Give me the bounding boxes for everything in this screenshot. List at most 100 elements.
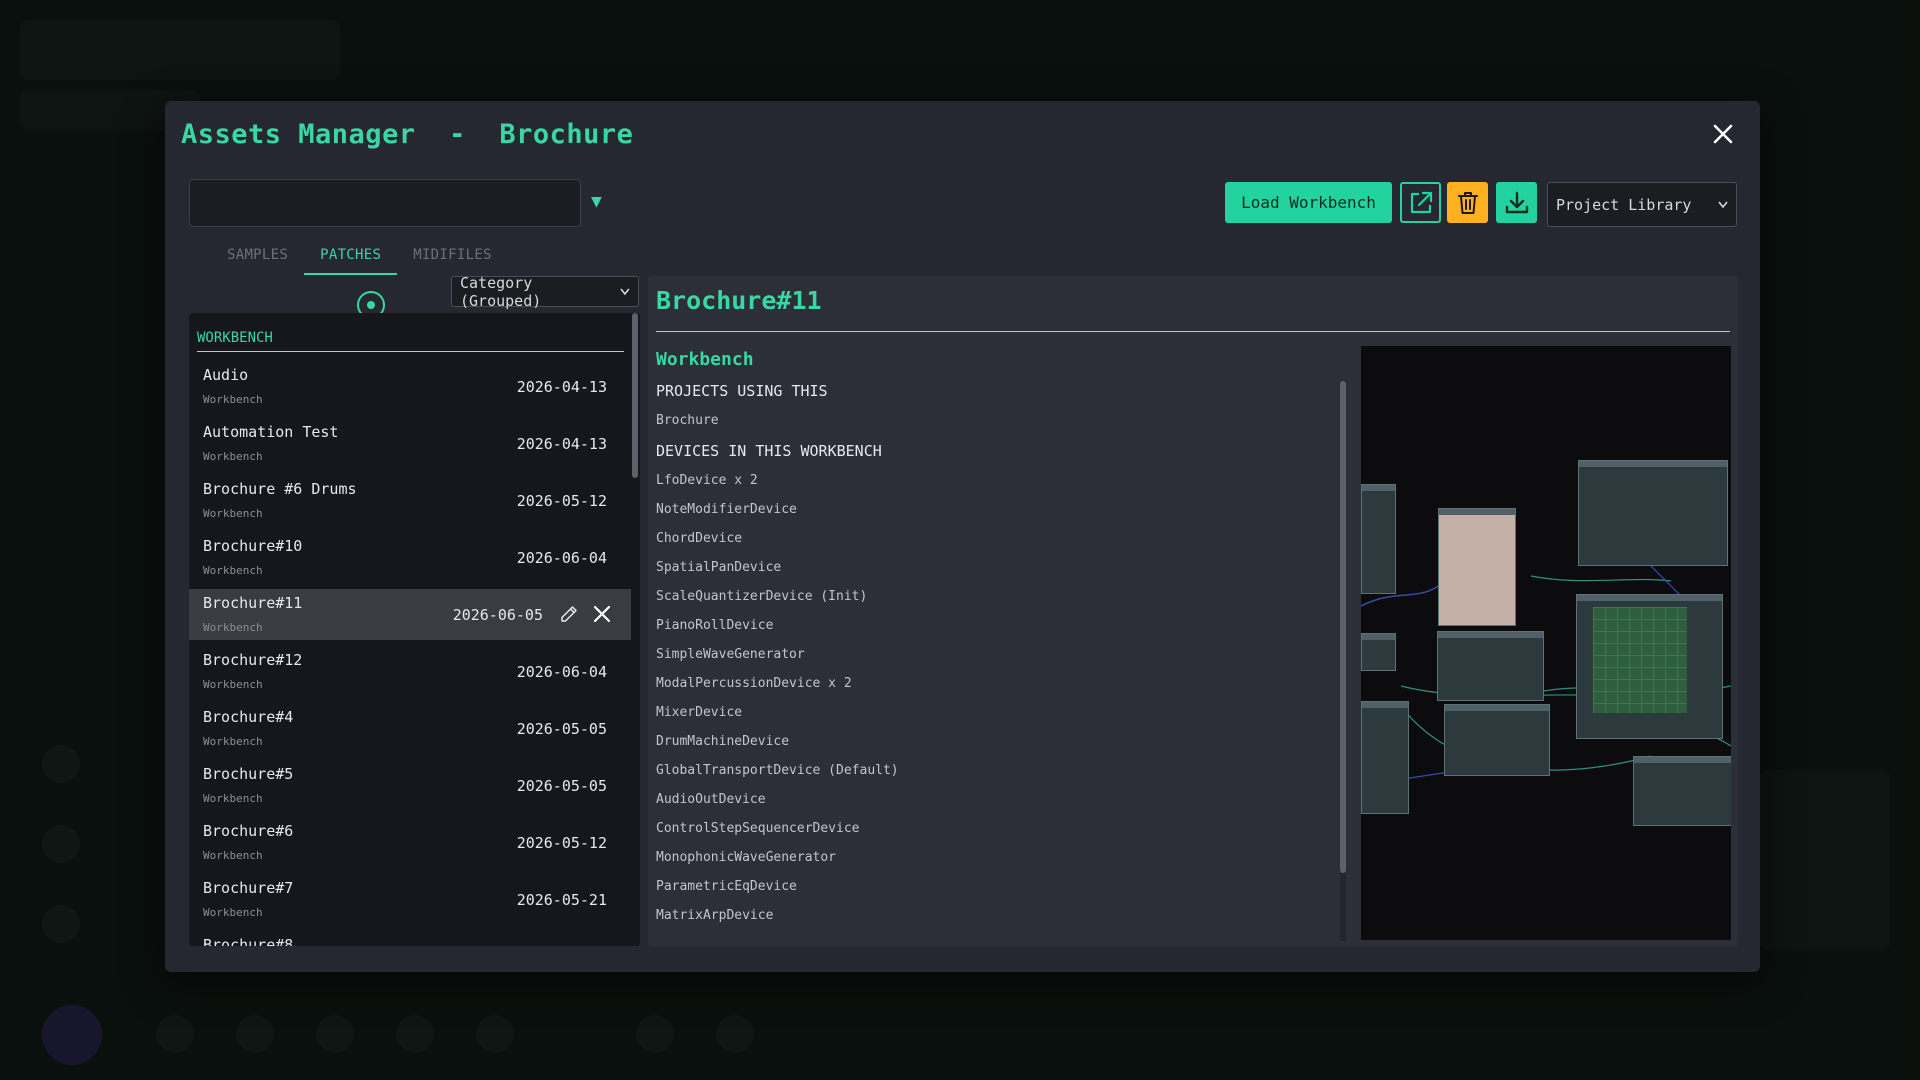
projects-heading: PROJECTS USING THIS bbox=[656, 382, 828, 400]
device-item: DrumMachineDevice bbox=[656, 734, 790, 749]
search-filter-toggle[interactable]: ▼ bbox=[591, 191, 602, 212]
list-item[interactable]: Automation Test Workbench 2026-04-13 bbox=[189, 418, 631, 469]
close-button[interactable] bbox=[1708, 119, 1738, 149]
item-name: Brochure #6 Drums bbox=[203, 480, 357, 498]
item-date: 2026-04-13 bbox=[516, 435, 607, 453]
device-item: ModalPercussionDevice x 2 bbox=[656, 676, 852, 691]
search-input[interactable] bbox=[189, 179, 581, 227]
item-category: Workbench bbox=[203, 564, 263, 577]
list-item[interactable]: Brochure#7 Workbench 2026-05-21 bbox=[189, 874, 631, 925]
library-select[interactable]: Project Library bbox=[1547, 182, 1737, 227]
list-item[interactable]: Brochure#6 Workbench 2026-05-12 bbox=[189, 817, 631, 868]
preview-device bbox=[1361, 484, 1396, 594]
preview-device bbox=[1633, 756, 1731, 826]
preview-device bbox=[1578, 460, 1728, 566]
pencil-icon bbox=[561, 606, 577, 622]
close-icon bbox=[593, 605, 611, 623]
device-item: ChordDevice bbox=[656, 531, 743, 546]
item-category: Workbench bbox=[203, 393, 263, 406]
tab-midifiles[interactable]: MIDIFILES bbox=[397, 241, 508, 275]
sort-select-value: Category (Grouped) bbox=[460, 273, 542, 310]
list-item[interactable]: Brochure#4 Workbench 2026-05-05 bbox=[189, 703, 631, 754]
detail-type: Workbench bbox=[656, 349, 754, 370]
item-category: Workbench bbox=[203, 621, 263, 634]
preview-device bbox=[1437, 631, 1544, 701]
remove-button[interactable] bbox=[591, 603, 613, 625]
item-date: 2026-04-13 bbox=[516, 378, 607, 396]
close-icon bbox=[1713, 124, 1733, 144]
rename-button[interactable] bbox=[559, 604, 579, 624]
download-button[interactable] bbox=[1496, 182, 1537, 223]
chevron-down-icon bbox=[1718, 201, 1728, 208]
device-item: MatrixArpDevice bbox=[656, 908, 774, 923]
item-category: Workbench bbox=[203, 678, 263, 691]
device-item: NoteModifierDevice bbox=[656, 502, 797, 517]
item-date: 2026-06-04 bbox=[516, 663, 607, 681]
library-select-value: Project Library bbox=[1556, 195, 1692, 214]
assets-manager-dialog: Assets Manager - Brochure ▼ SAMPLES PATC… bbox=[165, 101, 1760, 972]
radio-target-dot bbox=[367, 301, 375, 309]
item-name: Brochure#4 bbox=[203, 708, 294, 726]
device-item: ScaleQuantizerDevice (Init) bbox=[656, 589, 868, 604]
item-name: Automation Test bbox=[203, 423, 339, 441]
preview-device bbox=[1361, 633, 1396, 671]
delete-button[interactable] bbox=[1447, 182, 1488, 223]
item-name: Brochure#5 bbox=[203, 765, 294, 783]
device-item: MixerDevice bbox=[656, 705, 743, 720]
list-scrollbar[interactable] bbox=[632, 313, 638, 478]
device-item: ParametricEqDevice bbox=[656, 879, 797, 894]
item-name: Brochure#8 bbox=[203, 936, 294, 946]
group-header: WORKBENCH bbox=[197, 330, 273, 346]
item-date: 2026-05-12 bbox=[516, 492, 607, 510]
detail-title: Brochure#11 bbox=[656, 286, 822, 315]
devices-heading: DEVICES IN THIS WORKBENCH bbox=[656, 442, 882, 460]
list-item[interactable]: Brochure#5 Workbench 2026-05-05 bbox=[189, 760, 631, 811]
preview-device bbox=[1438, 508, 1516, 626]
list-item[interactable]: Audio Workbench 2026-04-13 bbox=[189, 361, 631, 412]
triangle-down-icon: ▼ bbox=[591, 191, 602, 212]
preview-device bbox=[1576, 594, 1723, 739]
device-item: ControlStepSequencerDevice bbox=[656, 821, 860, 836]
list-item[interactable]: Brochure#10 Workbench 2026-06-04 bbox=[189, 532, 631, 583]
device-item: AudioOutDevice bbox=[656, 792, 766, 807]
download-icon bbox=[1505, 191, 1528, 213]
item-date: 2026-05-21 bbox=[516, 891, 607, 909]
item-name: Brochure#12 bbox=[203, 651, 303, 669]
project-item: Brochure bbox=[656, 413, 719, 428]
device-item: GlobalTransportDevice (Default) bbox=[656, 763, 899, 778]
list-item[interactable]: Brochure #6 Drums Workbench 2026-05-12 bbox=[189, 475, 631, 526]
item-date: 2026-06-05 bbox=[452, 606, 543, 624]
list-item[interactable]: Brochure#8 bbox=[189, 931, 631, 946]
device-item: SpatialPanDevice bbox=[656, 560, 782, 575]
item-category: Workbench bbox=[203, 450, 263, 463]
item-name: Audio bbox=[203, 366, 249, 384]
item-date: 2026-05-05 bbox=[516, 720, 607, 738]
tab-samples[interactable]: SAMPLES bbox=[211, 241, 304, 275]
detail-divider bbox=[656, 331, 1730, 332]
item-category: Workbench bbox=[203, 735, 263, 748]
sort-select[interactable]: Category (Grouped) bbox=[451, 273, 639, 310]
trash-icon bbox=[1457, 191, 1478, 214]
detail-panel: Brochure#11 Workbench PROJECTS USING THI… bbox=[648, 276, 1738, 946]
asset-type-tabs: SAMPLES PATCHES MIDIFILES bbox=[211, 241, 508, 275]
list-item[interactable]: Brochure#12 Workbench 2026-06-04 bbox=[189, 646, 631, 697]
list-item-selected[interactable]: Brochure#11 Workbench 2026-06-05 bbox=[189, 589, 631, 640]
item-name: Brochure#10 bbox=[203, 537, 303, 555]
workbench-preview-image bbox=[1361, 346, 1731, 940]
detail-scrollbar[interactable] bbox=[1340, 381, 1346, 873]
item-category: Workbench bbox=[203, 792, 263, 805]
tab-patches[interactable]: PATCHES bbox=[304, 241, 398, 275]
item-date: 2026-06-04 bbox=[516, 549, 607, 567]
item-date: 2026-05-05 bbox=[516, 777, 607, 795]
dialog-title: Assets Manager - Brochure bbox=[181, 119, 634, 150]
group-divider bbox=[197, 351, 624, 352]
item-name: Brochure#11 bbox=[203, 594, 303, 612]
item-name: Brochure#7 bbox=[203, 879, 294, 897]
preview-device bbox=[1361, 701, 1409, 814]
patch-list[interactable]: WORKBENCH Audio Workbench 2026-04-13 Aut… bbox=[189, 313, 640, 946]
device-item: SimpleWaveGenerator bbox=[656, 647, 805, 662]
item-name: Brochure#6 bbox=[203, 822, 294, 840]
open-external-button[interactable] bbox=[1400, 182, 1441, 223]
load-workbench-button[interactable]: Load Workbench bbox=[1225, 182, 1392, 223]
chevron-down-icon bbox=[620, 288, 630, 295]
